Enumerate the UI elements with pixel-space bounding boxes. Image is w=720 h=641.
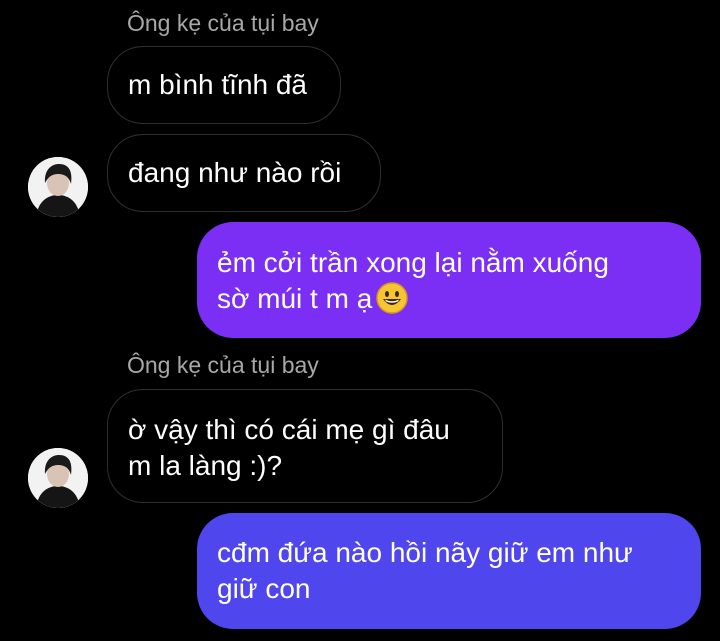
message-text-line: ẻm cởi trần xong lại nằm xuống xyxy=(217,247,609,278)
sender-name: Ông kẹ của tụi bay xyxy=(127,352,319,378)
message-text-line: giữ con xyxy=(217,573,311,604)
message-text-fragment: sờ múi t m ạ xyxy=(217,283,373,314)
message-bubble-incoming[interactable]: m bình tĩnh đã xyxy=(107,46,341,124)
message-text-line: cđm đứa nào hồi nãy giữ em như xyxy=(217,537,633,568)
message-text-line: ờ vậy thì có cái mẹ gì đâu xyxy=(128,414,450,445)
message-text: m bình tĩnh đã xyxy=(128,69,308,100)
sender-name: Ông kẹ của tụi bay xyxy=(127,10,319,36)
avatar[interactable] xyxy=(28,448,88,508)
grinning-face-emoji-icon xyxy=(376,282,409,314)
avatar[interactable] xyxy=(28,157,88,217)
message-bubble-outgoing[interactable]: ẻm cởi trần xong lại nằm xuống sờ múi t … xyxy=(197,222,701,338)
message-bubble-incoming[interactable]: ờ vậy thì có cái mẹ gì đâu m la làng :)? xyxy=(107,389,503,503)
avatar-image xyxy=(28,448,88,508)
message-text-line: sờ múi t m ạ xyxy=(217,281,701,317)
message-bubble-outgoing[interactable]: cđm đứa nào hồi nãy giữ em như giữ con xyxy=(197,513,701,629)
avatar-image xyxy=(28,157,88,217)
message-text-line: m la làng :)? xyxy=(128,450,283,481)
message-text: đang như nào rồi xyxy=(128,157,342,188)
message-bubble-incoming[interactable]: đang như nào rồi xyxy=(107,134,381,212)
